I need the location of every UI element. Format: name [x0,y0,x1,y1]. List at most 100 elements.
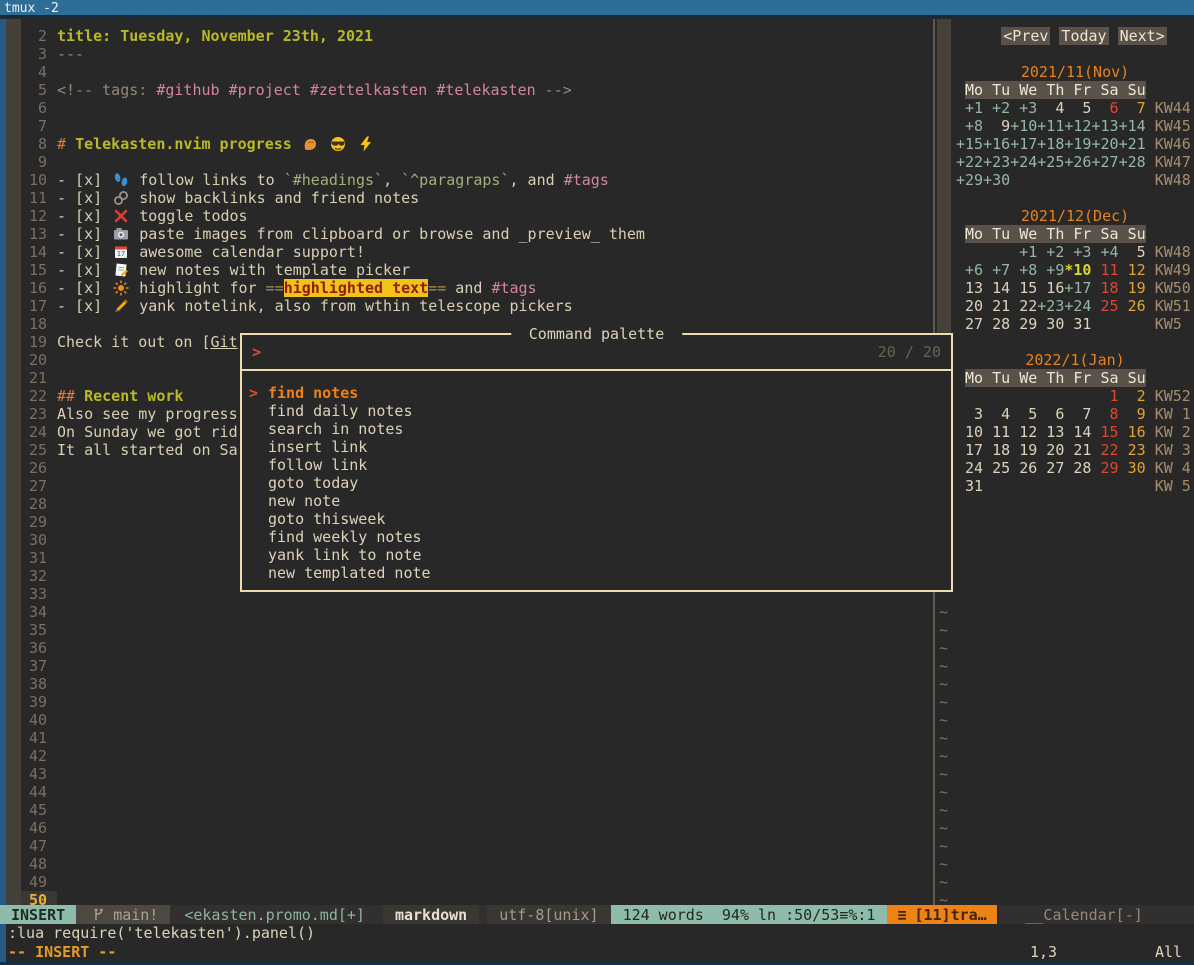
calendar-prev-button[interactable]: <Prev [1001,27,1050,45]
editor-line[interactable]: 2title: Tuesday, November 23th, 2021 [21,27,933,45]
editor-line[interactable]: 3--- [21,45,933,63]
calendar-day[interactable]: +24 [1010,153,1037,171]
editor-line[interactable]: 8# Telekasten.nvim progress [21,135,933,153]
editor-line[interactable]: 18 [21,315,933,333]
calendar-today-button[interactable]: Today [1059,27,1108,45]
calendar-day[interactable]: +27 [1091,153,1118,171]
calendar-day[interactable]: +12 [1064,117,1091,135]
palette-item[interactable]: search in notes [242,420,951,438]
calendar-day[interactable]: 31 [1064,315,1091,333]
calendar-day[interactable]: +16 [983,135,1010,153]
palette-item[interactable]: find daily notes [242,402,951,420]
calendar-day[interactable]: 5 [1010,405,1037,423]
calendar-day[interactable]: 29 [1091,459,1118,477]
calendar-day[interactable]: +10 [1010,117,1037,135]
calendar-day[interactable]: 15 [1091,423,1118,441]
calendar-day[interactable]: +26 [1064,153,1091,171]
calendar-day[interactable]: +3 [1064,243,1091,261]
palette-item[interactable]: new templated note [242,564,951,582]
calendar-day[interactable]: 19 [1119,279,1146,297]
calendar-day[interactable]: 25 [1091,297,1118,315]
calendar-day[interactable]: 30 [1119,459,1146,477]
calendar-day[interactable]: 5 [1119,243,1146,261]
calendar-day[interactable]: 13 [956,279,983,297]
calendar-day[interactable]: +22 [956,153,983,171]
calendar-day[interactable]: 14 [983,279,1010,297]
calendar-day[interactable]: +17 [1064,279,1091,297]
calendar-day[interactable]: +30 [983,171,1010,189]
calendar-day[interactable]: 9 [1119,405,1146,423]
editor-line[interactable]: 9 [21,153,933,171]
palette-item[interactable]: goto thisweek [242,510,951,528]
calendar-day[interactable]: 26 [1010,459,1037,477]
editor-line[interactable]: 5<!-- tags: #github #project #zettelkast… [21,81,933,99]
editor-line[interactable]: 40 [21,711,933,729]
editor-line[interactable]: 41 [21,729,933,747]
editor-line[interactable]: 10- [x] follow links to `#headings`, `^p… [21,171,933,189]
calendar-day[interactable]: +28 [1119,153,1146,171]
calendar-day[interactable]: +7 [983,261,1010,279]
calendar-day[interactable]: +3 [1010,99,1037,117]
calendar-day[interactable]: 20 [1037,441,1064,459]
calendar-day[interactable]: 17 [956,441,983,459]
calendar-day[interactable]: +8 [1010,261,1037,279]
palette-item[interactable]: find weekly notes [242,528,951,546]
calendar-day[interactable]: 6 [1037,405,1064,423]
calendar-next-button[interactable]: Next> [1118,27,1167,45]
editor-line[interactable]: 17- [x] yank notelink, also from wthin t… [21,297,933,315]
calendar-day[interactable]: 5 [1064,99,1091,117]
calendar-day[interactable]: 22 [1010,297,1037,315]
calendar-day[interactable]: 23 [1119,441,1146,459]
calendar-day[interactable]: +17 [1010,135,1037,153]
calendar-day[interactable]: 15 [1010,279,1037,297]
calendar-day[interactable]: 12 [1010,423,1037,441]
palette-item[interactable]: insert link [242,438,951,456]
calendar-day[interactable]: +15 [956,135,983,153]
calendar-day[interactable]: 8 [1091,405,1118,423]
palette-item[interactable]: >find notes [242,384,951,402]
calendar-day[interactable]: 9 [983,117,1010,135]
editor-line[interactable]: 47 [21,837,933,855]
calendar-day[interactable]: +9 [1037,261,1064,279]
editor-line[interactable]: 49 [21,873,933,891]
calendar-day[interactable]: +24 [1064,297,1091,315]
calendar-day[interactable]: 27 [956,315,983,333]
calendar-day[interactable]: +13 [1091,117,1118,135]
calendar-day[interactable]: 30 [1037,315,1064,333]
calendar-day[interactable]: +25 [1037,153,1064,171]
calendar-day[interactable]: 20 [956,297,983,315]
editor-line[interactable]: 46 [21,819,933,837]
buffer-tab-segment[interactable]: ≡ [11]tra… [887,905,996,924]
calendar-day[interactable]: 27 [1037,459,1064,477]
calendar-day[interactable]: 18 [1091,279,1118,297]
calendar-day[interactable]: +11 [1037,117,1064,135]
calendar-day[interactable]: +1 [1010,243,1037,261]
calendar-day[interactable]: +8 [956,117,983,135]
calendar-day[interactable]: 25 [983,459,1010,477]
palette-item[interactable]: yank link to note [242,546,951,564]
editor-line[interactable]: 7 [21,117,933,135]
calendar-day[interactable]: +1 [956,99,983,117]
calendar-day[interactable]: +29 [956,171,983,189]
calendar-day[interactable]: 28 [983,315,1010,333]
calendar-day[interactable]: 31 [956,477,983,495]
calendar-day[interactable]: 6 [1091,99,1118,117]
calendar-day[interactable]: 19 [1010,441,1037,459]
editor-line[interactable]: 45 [21,801,933,819]
editor-line[interactable]: 12- [x] toggle todos [21,207,933,225]
calendar-day[interactable]: 4 [983,405,1010,423]
calendar-day[interactable]: +2 [1037,243,1064,261]
calendar-day[interactable]: 16 [1119,423,1146,441]
calendar-day[interactable]: 12 [1119,261,1146,279]
calendar-day[interactable]: 24 [956,459,983,477]
calendar-day[interactable]: 21 [983,297,1010,315]
calendar-day[interactable]: *10 [1064,261,1091,279]
calendar-day[interactable]: 22 [1091,441,1118,459]
editor-line[interactable]: 36 [21,639,933,657]
palette-item[interactable]: follow link [242,456,951,474]
editor-line[interactable]: 38 [21,675,933,693]
editor-line[interactable]: 15- [x] new notes with template picker [21,261,933,279]
editor-line[interactable]: 34 [21,603,933,621]
editor-line[interactable]: 35 [21,621,933,639]
editor-line[interactable]: 39 [21,693,933,711]
